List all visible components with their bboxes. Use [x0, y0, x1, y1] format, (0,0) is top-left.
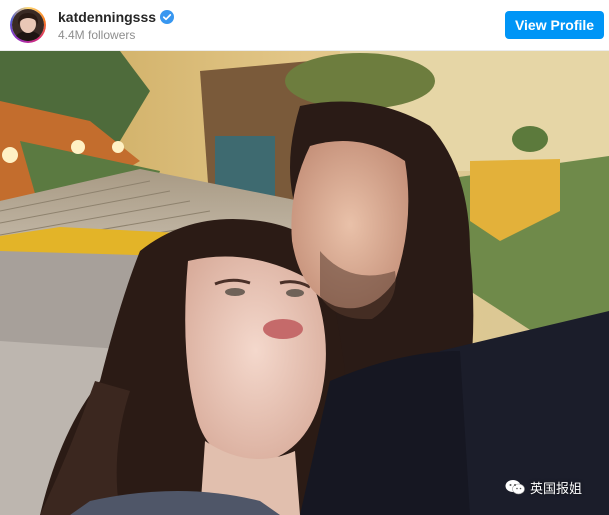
verified-badge-icon: [160, 10, 175, 24]
watermark-text: 英国报姐: [530, 480, 583, 496]
follower-count: 4.4M followers: [58, 28, 136, 42]
post-photo: [0, 51, 609, 515]
wechat-icon: [505, 479, 525, 495]
post-header: katdenningsss 4.4M followers View Profil…: [0, 0, 609, 51]
watermark: 英国报姐: [505, 478, 582, 496]
avatar[interactable]: [10, 7, 46, 43]
username-link[interactable]: katdenningsss: [58, 9, 156, 25]
view-profile-button[interactable]: View Profile: [505, 11, 604, 39]
